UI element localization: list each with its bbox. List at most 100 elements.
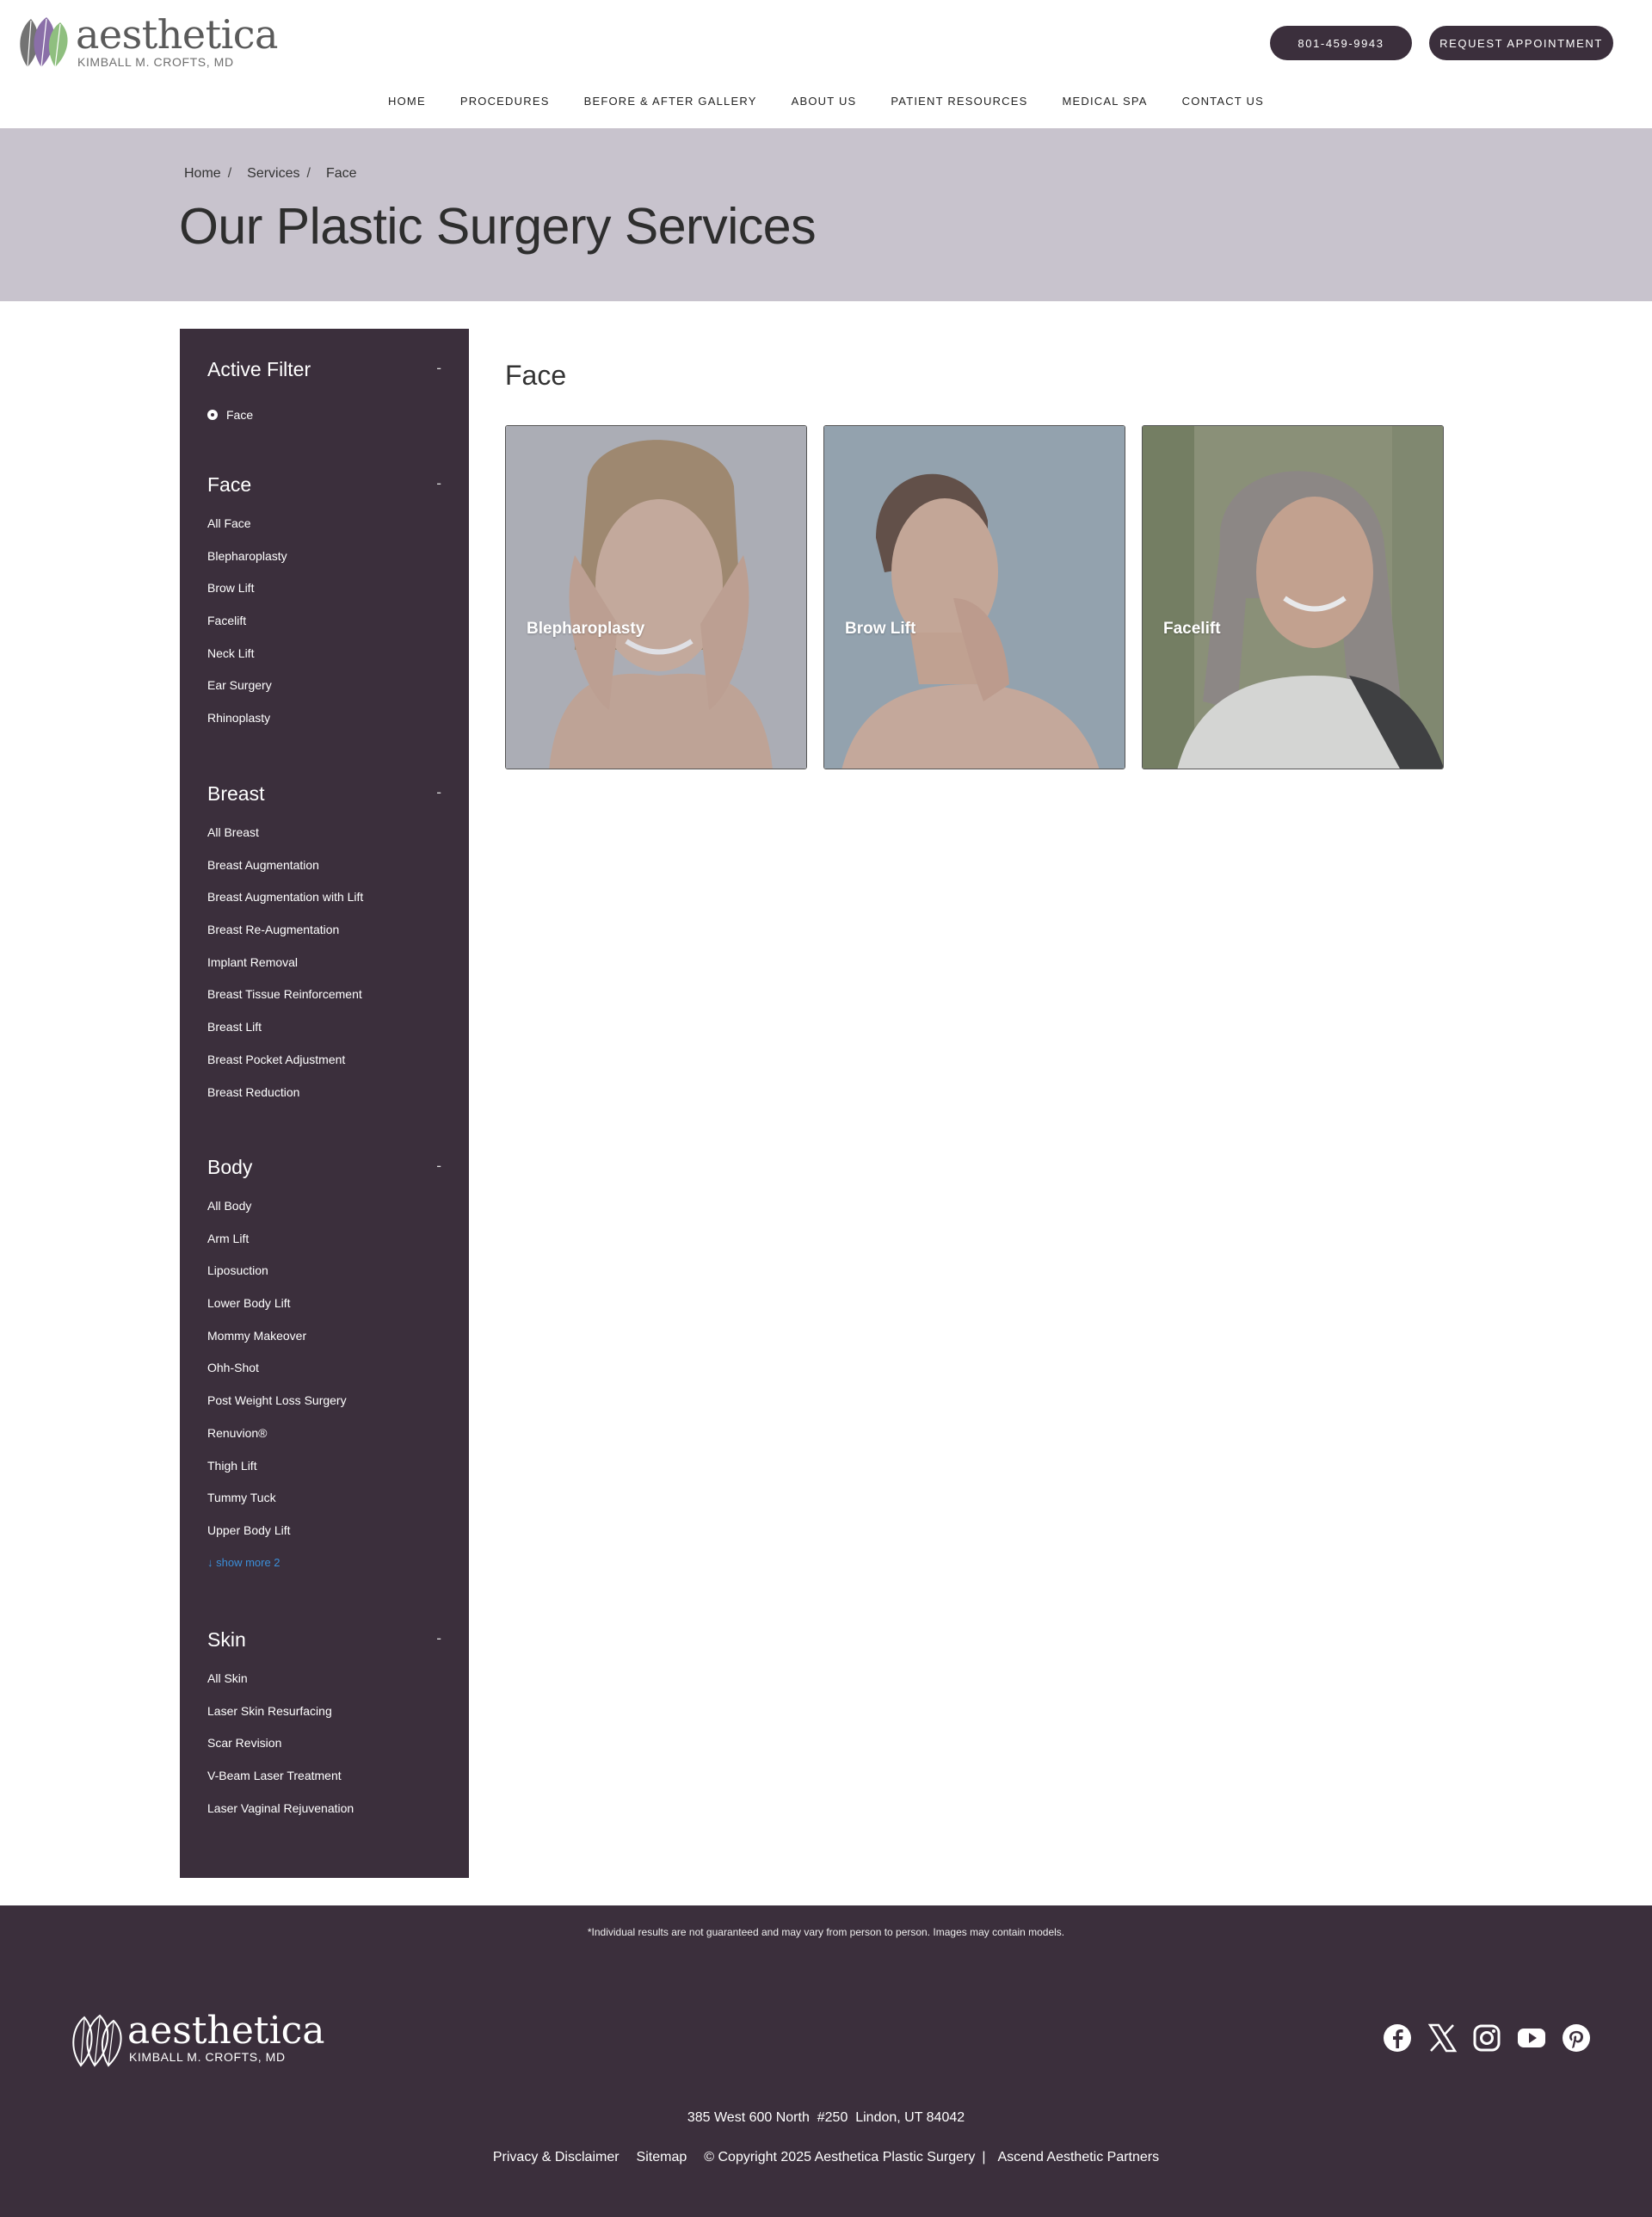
filter-item[interactable]: Tummy Tuck [207,1491,441,1523]
nav-item-procedures[interactable]: PROCEDURES [443,95,567,108]
leaf-logo-icon [20,17,68,68]
logo-wordmark: aesthetica [76,11,278,58]
breadcrumb-separator: / [306,166,311,181]
footer-links: Privacy & Disclaimer Sitemap © Copyright… [0,2150,1652,2165]
filter-sidebar: Active Filter - Face Face - All Face Ble… [180,329,469,1878]
main-nav: HOME PROCEDURES BEFORE & AFTER GALLERY A… [0,95,1652,108]
collapse-toggle[interactable]: - [436,784,441,800]
filter-item[interactable]: Upper Body Lift [207,1523,441,1556]
collapse-toggle[interactable]: - [436,475,441,491]
filter-item[interactable]: Scar Revision [207,1736,441,1769]
pinterest-icon[interactable] [1561,2022,1592,2053]
site-footer: *Individual results are not guaranteed a… [0,1905,1652,2217]
filter-item[interactable]: Breast Pocket Adjustment [207,1053,441,1085]
filter-item[interactable]: Post Weight Loss Surgery [207,1393,441,1426]
filter-item[interactable]: Blepharoplasty [207,549,441,582]
breadcrumb: Home / Services / Face [184,166,364,182]
filter-item[interactable]: Ear Surgery [207,678,441,711]
instagram-icon[interactable] [1471,2022,1502,2053]
youtube-icon[interactable] [1516,2022,1547,2053]
leaf-logo-icon [72,2014,122,2067]
footer-address: 385 West 600 North #250 Lindon, UT 84042 [687,2110,965,2125]
nav-item-about[interactable]: ABOUT US [774,95,874,108]
filter-item[interactable]: Breast Reduction [207,1085,441,1118]
filter-section-title: Face [207,473,252,496]
phone-button[interactable]: 801-459-9943 [1270,26,1412,60]
filter-item[interactable]: Lower Body Lift [207,1296,441,1329]
nav-item-medical-spa[interactable]: MEDICAL SPA [1045,95,1165,108]
logo-wordmark: aesthetica [127,2009,325,2053]
filter-section-title: Breast [207,782,265,805]
radio-selected-icon [207,410,218,420]
breadcrumb-home[interactable]: Home [184,166,221,182]
active-filter-value: Face [226,408,254,422]
privacy-link[interactable]: Privacy & Disclaimer [493,2150,620,2165]
request-appointment-button[interactable]: REQUEST APPOINTMENT [1429,26,1613,60]
filter-section-title: Skin [207,1628,246,1651]
footer-divider: | [982,2150,986,2165]
filter-list: All Body Arm Lift Liposuction Lower Body… [207,1199,441,1588]
collapse-toggle[interactable]: - [436,1630,441,1646]
site-header: aesthetica KIMBALL M. CROFTS, MD 801-459… [0,0,1652,128]
filter-item[interactable]: All Skin [207,1671,441,1704]
copyright-text: © Copyright 2025 Aesthetica Plastic Surg… [704,2150,976,2165]
filter-item[interactable]: Laser Vaginal Rejuvenation [207,1801,441,1834]
filter-item[interactable]: Renuvion® [207,1426,441,1459]
section-heading: Face [505,360,567,391]
filter-item[interactable]: Implant Removal [207,955,441,988]
woman-portrait-photo [1143,426,1443,769]
filter-item[interactable]: Breast Re-Augmentation [207,923,441,955]
footer-logo[interactable]: aesthetica KIMBALL M. CROFTS, MD [69,2009,325,2069]
filter-section-title: Body [207,1156,253,1178]
card-label: Facelift [1163,620,1221,638]
breadcrumb-current: Face [325,166,357,181]
nav-item-patient-resources[interactable]: PATIENT RESOURCES [873,95,1045,108]
filter-item[interactable]: Breast Augmentation with Lift [207,890,441,923]
collapse-toggle[interactable]: - [436,360,441,376]
filter-item[interactable]: Rhinoplasty [207,711,441,744]
filter-list: All Breast Breast Augmentation Breast Au… [207,825,441,1117]
hero-banner: Home / Services / Face Our Plastic Surge… [0,128,1652,301]
service-card-facelift[interactable]: Facelift [1142,425,1444,769]
filter-section-skin: Skin - All Skin Laser Skin Resurfacing S… [207,1628,441,1833]
filter-item[interactable]: Arm Lift [207,1232,441,1264]
nav-item-home[interactable]: HOME [371,95,443,108]
nav-item-contact[interactable]: CONTACT US [1165,95,1281,108]
filter-item[interactable]: All Face [207,516,441,549]
collapse-toggle[interactable]: - [436,1158,441,1174]
filter-item[interactable]: All Breast [207,825,441,858]
breadcrumb-services[interactable]: Services [247,166,299,182]
filter-item[interactable]: Ohh-Shot [207,1361,441,1393]
site-logo[interactable]: aesthetica KIMBALL M. CROFTS, MD [15,11,278,71]
filter-item[interactable]: Mommy Makeover [207,1329,441,1362]
facebook-icon[interactable] [1382,2022,1413,2053]
x-icon[interactable] [1427,2022,1458,2053]
filter-item[interactable]: Neck Lift [207,646,441,679]
filter-section-body: Body - All Body Arm Lift Liposuction Low… [207,1156,441,1588]
filter-item[interactable]: Liposuction [207,1263,441,1296]
sitemap-link[interactable]: Sitemap [637,2150,687,2165]
filter-list: All Face Blepharoplasty Brow Lift Faceli… [207,516,441,744]
filter-item[interactable]: Brow Lift [207,581,441,614]
partner-link[interactable]: Ascend Aesthetic Partners [997,2150,1159,2165]
filter-item[interactable]: Breast Tissue Reinforcement [207,987,441,1020]
filter-item[interactable]: Facelift [207,614,441,646]
filter-item[interactable]: Breast Lift [207,1020,441,1053]
card-label: Brow Lift [845,620,916,638]
active-filter-title: Active Filter [207,358,311,380]
filter-section-breast: Breast - All Breast Breast Augmentation … [207,782,441,1117]
filter-item[interactable]: Breast Augmentation [207,858,441,891]
filter-item[interactable]: V-Beam Laser Treatment [207,1769,441,1801]
filter-list: All Skin Laser Skin Resurfacing Scar Rev… [207,1671,441,1833]
service-card-blepharoplasty[interactable]: Blepharoplasty [505,425,807,769]
filter-item[interactable]: Laser Skin Resurfacing [207,1704,441,1737]
breadcrumb-separator: / [227,166,232,181]
active-filter-section: Active Filter - Face [207,358,441,422]
nav-item-gallery[interactable]: BEFORE & AFTER GALLERY [567,95,774,108]
results-disclaimer: *Individual results are not guaranteed a… [587,1926,1065,1938]
service-card-brow-lift[interactable]: Brow Lift [823,425,1125,769]
filter-item[interactable]: All Body [207,1199,441,1232]
show-more-link[interactable]: ↓ show more 2 [207,1556,441,1589]
active-filter-chip[interactable]: Face [207,408,441,422]
filter-item[interactable]: Thigh Lift [207,1459,441,1491]
